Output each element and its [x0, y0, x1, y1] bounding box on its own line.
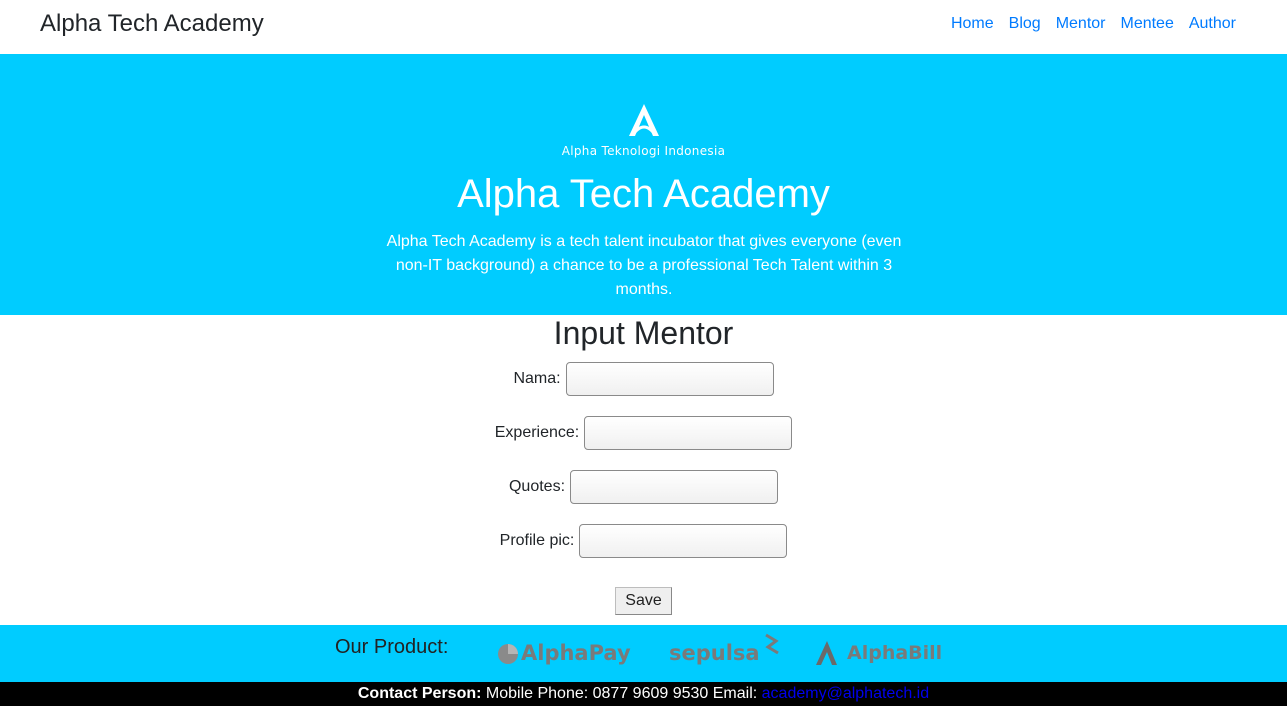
hero-banner: Alpha Teknologi Indonesia Alpha Tech Aca…: [0, 54, 1287, 315]
hero-title: Alpha Tech Academy: [457, 172, 830, 216]
contact-label: Contact Person:: [357, 685, 482, 702]
form-row-quotes: Quotes:: [0, 470, 1287, 504]
profile-pic-label: Profile pic:: [499, 532, 575, 549]
hero-description: Alpha Tech Academy is a tech talent incu…: [386, 233, 902, 298]
alphabill-text: AlphaBill: [847, 642, 943, 664]
nama-input[interactable]: [565, 362, 774, 396]
experience-input[interactable]: [584, 416, 793, 450]
company-logo: Alpha Teknologi Indonesia: [0, 102, 1287, 158]
alphabill-icon: [816, 641, 837, 665]
navbar: Alpha Tech Academy Home Blog Mentor Ment…: [0, 0, 1287, 54]
quotes-label: Quotes:: [508, 478, 566, 495]
contact-details: Mobile Phone: 0877 9609 9530 Email:: [481, 685, 762, 702]
alphabill-logo[interactable]: AlphaBill: [815, 633, 942, 673]
alphapay-icon: [498, 644, 518, 664]
form-row-profile-pic: Profile pic:: [0, 524, 1287, 558]
form-row-nama: Nama:: [0, 362, 1287, 396]
form-title: Input Mentor: [553, 315, 734, 351]
logo-text: Alpha Teknologi Indonesia: [561, 144, 726, 158]
alphapay-text: AlphaPay: [521, 641, 631, 665]
products-label: Our Product:: [335, 636, 449, 658]
navbar-brand[interactable]: Alpha Tech Academy: [40, 10, 264, 38]
nav-link-home[interactable]: Home: [951, 15, 994, 33]
sepulsa-logo[interactable]: sepulsa: [669, 633, 782, 673]
nav-link-mentor[interactable]: Mentor: [1056, 15, 1106, 33]
nama-label: Nama:: [513, 370, 561, 387]
quotes-input[interactable]: [570, 470, 779, 504]
sepulsa-text: sepulsa: [669, 641, 760, 665]
alphapay-logo[interactable]: AlphaPay: [497, 633, 631, 673]
contact-email-link[interactable]: academy@alphatech.id: [762, 685, 929, 702]
save-button[interactable]: Save: [615, 587, 672, 615]
experience-label: Experience:: [494, 424, 580, 441]
products-strip: Our Product: AlphaPay sepulsa AlphaBill: [0, 625, 1287, 682]
nav-links: Home Blog Mentor Mentee Author: [951, 15, 1236, 33]
nav-link-blog[interactable]: Blog: [1009, 15, 1041, 33]
profile-pic-input[interactable]: [579, 524, 788, 558]
footer: Contact Person: Mobile Phone: 0877 9609 …: [0, 682, 1287, 706]
nav-link-author[interactable]: Author: [1189, 15, 1236, 33]
nav-link-mentee[interactable]: Mentee: [1120, 15, 1173, 33]
alpha-logo-icon: [628, 104, 659, 136]
sepulsa-swirl-icon: [764, 633, 779, 655]
form-row-experience: Experience:: [0, 416, 1287, 450]
